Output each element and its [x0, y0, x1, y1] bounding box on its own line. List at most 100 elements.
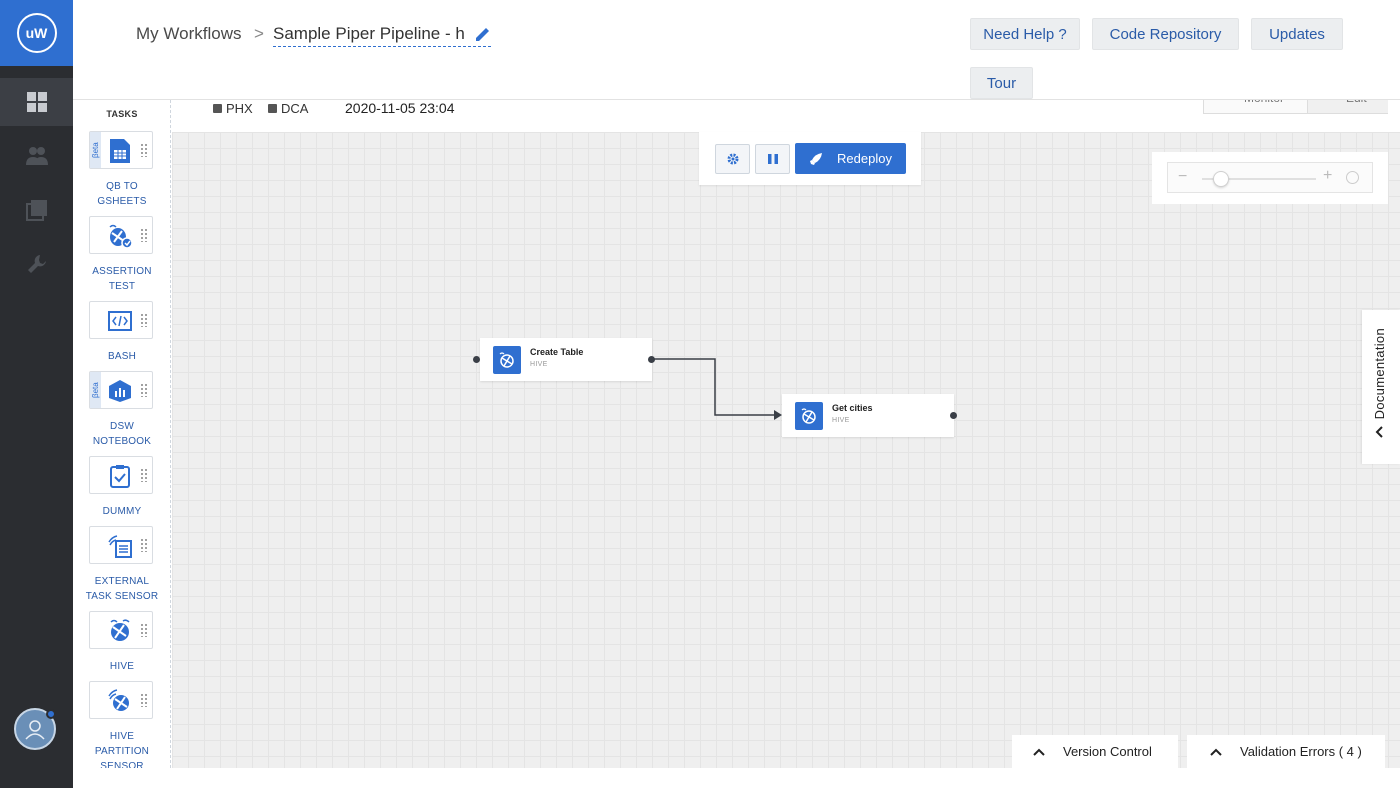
node-type: HIVE — [530, 361, 548, 368]
task-label: QB TO GSHEETS — [97, 181, 147, 207]
redeploy-label: Redeploy — [837, 151, 892, 166]
sheets-icon — [107, 138, 133, 164]
zoom-slider-handle[interactable] — [1213, 171, 1230, 187]
hive-icon — [795, 402, 823, 430]
task-label: HIVE PARTITION SENSOR — [94, 731, 150, 768]
zoom-fit-icon[interactable] — [1346, 171, 1359, 184]
rail-item-tools[interactable] — [0, 240, 73, 288]
pencil-icon[interactable] — [475, 26, 491, 42]
zoom-panel: − + — [1167, 162, 1373, 193]
app-logo[interactable]: uW — [0, 0, 73, 66]
logo-text: uW — [16, 13, 57, 53]
zoom-control: − + — [1152, 152, 1388, 204]
datacenter-indicator — [268, 104, 277, 113]
gear-icon — [727, 153, 738, 165]
drag-handle[interactable] — [140, 143, 147, 157]
drag-handle[interactable] — [140, 468, 147, 482]
node-create-table[interactable]: Create Table HIVE — [480, 338, 652, 381]
workflow-canvas[interactable] — [172, 132, 1400, 768]
notification-dot — [46, 709, 56, 719]
hive-icon — [493, 346, 521, 374]
chevron-up-icon — [1033, 748, 1045, 756]
drag-handle[interactable] — [140, 383, 147, 397]
rail-item-workflows[interactable] — [0, 78, 73, 126]
node-title: Get cities — [832, 403, 873, 413]
breadcrumb-separator: > — [254, 24, 264, 43]
task-card-external-task-sensor[interactable] — [89, 526, 153, 564]
sensor-icon — [107, 533, 133, 559]
bottom-edge — [73, 768, 1400, 788]
notebook-icon — [107, 378, 133, 404]
task-label: HIVE — [109, 661, 135, 672]
top-header: My Workflows > Sample Piper Pipeline - h… — [73, 0, 1400, 100]
node-output-port[interactable] — [648, 356, 655, 363]
task-card-hive[interactable] — [89, 611, 153, 649]
tasks-title: TASKS — [106, 109, 138, 119]
pipeline-name-text: Sample Piper Pipeline - h — [273, 24, 465, 43]
tasks-panel: TASKS βeta QB TO GSHEETS ASSERTION TEST BA… — [73, 100, 171, 768]
zoom-out-icon[interactable]: − — [1178, 168, 1187, 186]
updates-button[interactable]: Updates — [1251, 18, 1343, 50]
deploy-timestamp: 2020-11-05 23:04 — [345, 100, 455, 116]
clipboard-check-icon — [107, 463, 133, 489]
beta-badge: βeta — [90, 372, 101, 408]
node-title: Create Table — [530, 347, 584, 357]
drag-handle[interactable] — [140, 538, 147, 552]
task-card-hive-partition-sensor[interactable] — [89, 681, 153, 719]
redeploy-button[interactable]: Redeploy — [795, 143, 906, 174]
rocket-icon — [810, 152, 823, 165]
pipeline-name[interactable]: Sample Piper Pipeline - h — [273, 24, 491, 47]
pause-button[interactable] — [755, 144, 790, 174]
breadcrumb-my-workflows[interactable]: My Workflows — [136, 24, 241, 44]
hive-sensor-icon — [107, 688, 133, 714]
task-card-dummy[interactable] — [89, 456, 153, 494]
need-help-button[interactable]: Need Help ? — [970, 18, 1080, 50]
drag-handle[interactable] — [140, 313, 147, 327]
rail-item-library[interactable] — [0, 186, 73, 234]
validation-errors-bar[interactable]: Validation Errors ( 4 ) — [1187, 735, 1385, 768]
left-rail: uW — [0, 0, 73, 788]
pipeline-toolbar: Redeploy — [699, 132, 921, 185]
documentation-tab[interactable]: Documentation — [1362, 310, 1400, 464]
task-card-dsw-notebook[interactable]: βeta — [89, 371, 153, 409]
node-output-port[interactable] — [950, 412, 957, 419]
datacenter-label: PHX — [226, 101, 253, 116]
zoom-in-icon[interactable]: + — [1323, 167, 1332, 185]
beta-badge: βeta — [90, 132, 101, 168]
datacenter-dca: DCA — [268, 101, 308, 116]
task-label: ASSERTION TEST — [92, 266, 152, 292]
task-card-bash[interactable] — [89, 301, 153, 339]
validation-errors-label: Validation Errors ( 4 ) — [1240, 744, 1362, 759]
node-type: HIVE — [832, 417, 850, 424]
node-input-port[interactable] — [473, 356, 480, 363]
code-icon — [107, 308, 133, 334]
documentation-label: Documentation — [1372, 328, 1387, 420]
assertion-icon — [107, 223, 133, 249]
task-label: DUMMY — [102, 506, 142, 517]
code-repository-button[interactable]: Code Repository — [1092, 18, 1239, 50]
task-card-assertion-test[interactable] — [89, 216, 153, 254]
users-icon — [25, 147, 48, 165]
book-stack-icon — [25, 200, 47, 221]
drag-handle[interactable] — [140, 693, 147, 707]
drag-handle[interactable] — [140, 228, 147, 242]
node-get-cities[interactable]: Get cities HIVE — [782, 394, 954, 437]
task-label: BASH — [107, 351, 137, 362]
settings-button[interactable] — [715, 144, 750, 174]
version-control-bar[interactable]: Version Control — [1012, 735, 1178, 768]
chevron-left-icon — [1375, 426, 1383, 438]
tour-button[interactable]: Tour — [970, 67, 1033, 99]
task-card-qb-to-gsheets[interactable]: βeta — [89, 131, 153, 169]
wrench-icon — [27, 255, 46, 273]
user-avatar[interactable] — [14, 708, 56, 750]
grid-icon — [26, 92, 47, 112]
rail-item-teams[interactable] — [0, 132, 73, 180]
version-control-label: Version Control — [1063, 744, 1152, 759]
datacenter-indicator — [213, 104, 222, 113]
chevron-up-icon — [1210, 748, 1222, 756]
datacenter-phx: PHX — [213, 101, 253, 116]
user-icon — [25, 720, 45, 740]
task-label: DSW NOTEBOOK — [92, 421, 152, 447]
drag-handle[interactable] — [140, 623, 147, 637]
header-overlap — [1203, 84, 1400, 100]
